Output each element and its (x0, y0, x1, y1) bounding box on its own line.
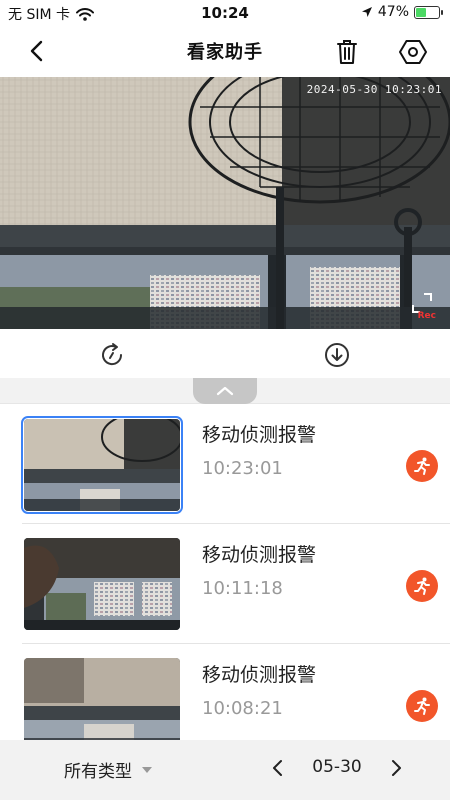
hexagon-settings-icon (399, 40, 427, 64)
bottom-filter-bar: 所有类型 05-30 (0, 740, 450, 800)
download-icon (325, 343, 349, 367)
battery-charging-icon (414, 5, 443, 19)
current-date[interactable]: 05-30 (302, 757, 372, 777)
download-button[interactable] (322, 340, 352, 370)
event-title: 移动侦测报警 (202, 664, 317, 686)
status-right: 47% (361, 4, 443, 20)
event-row[interactable]: 移动侦测报警 10:08:21 (0, 644, 450, 740)
video-timestamp: 2024-05-30 10:23:01 (306, 83, 442, 96)
motion-run-icon (406, 570, 438, 602)
event-title: 移动侦测报警 (202, 424, 317, 446)
trash-icon (337, 40, 357, 64)
status-bar: 无 SIM 卡 10:24 47% (0, 0, 450, 26)
replay-button[interactable] (97, 340, 127, 370)
event-time: 10:11:18 (202, 578, 283, 599)
nav-bar: 看家助手 (0, 26, 450, 76)
event-time: 10:23:01 (202, 458, 283, 479)
event-title: 移动侦测报警 (202, 544, 317, 566)
video-player[interactable]: 2024-05-30 10:23:01 Rec (0, 77, 450, 329)
next-date-button[interactable] (384, 754, 408, 782)
battery-level (416, 7, 427, 17)
battery-percent: 47% (377, 4, 409, 20)
running-person-glyph (414, 577, 430, 595)
previous-date-button[interactable] (266, 754, 290, 782)
thumbnail-image (24, 658, 180, 740)
event-list[interactable]: 移动侦测报警 10:23:01 移动侦测报警 10:11:18 移动侦测报警 1… (0, 378, 450, 740)
event-thumbnail[interactable] (21, 416, 183, 514)
event-row[interactable]: 移动侦测报警 10:23:01 (0, 404, 450, 524)
replay-icon (102, 343, 123, 366)
chevron-left-icon (273, 760, 282, 776)
motion-run-icon (406, 690, 438, 722)
settings-button[interactable] (396, 36, 430, 68)
thumbnail-image (24, 419, 180, 511)
running-person-glyph (414, 457, 430, 475)
motion-run-icon (406, 450, 438, 482)
thumbnail-image (24, 538, 180, 630)
running-person-glyph (414, 697, 430, 715)
event-thumbnail[interactable] (24, 538, 180, 630)
chevron-up-icon (216, 386, 234, 396)
collapse-handle[interactable] (193, 378, 257, 404)
filter-label: 所有类型 (64, 762, 132, 782)
event-type-filter[interactable]: 所有类型 (64, 757, 152, 782)
event-thumbnail[interactable] (24, 658, 180, 740)
event-row[interactable]: 移动侦测报警 10:11:18 (0, 524, 450, 644)
event-time: 10:08:21 (202, 698, 283, 719)
caret-down-icon (142, 766, 152, 773)
delete-button[interactable] (331, 36, 363, 68)
page-title: 看家助手 (187, 42, 263, 63)
rec-label: Rec (417, 311, 436, 321)
chevron-right-icon (392, 760, 401, 776)
playback-toolbar (0, 330, 450, 378)
location-arrow-icon (361, 7, 372, 17)
video-frame-image (0, 77, 450, 329)
